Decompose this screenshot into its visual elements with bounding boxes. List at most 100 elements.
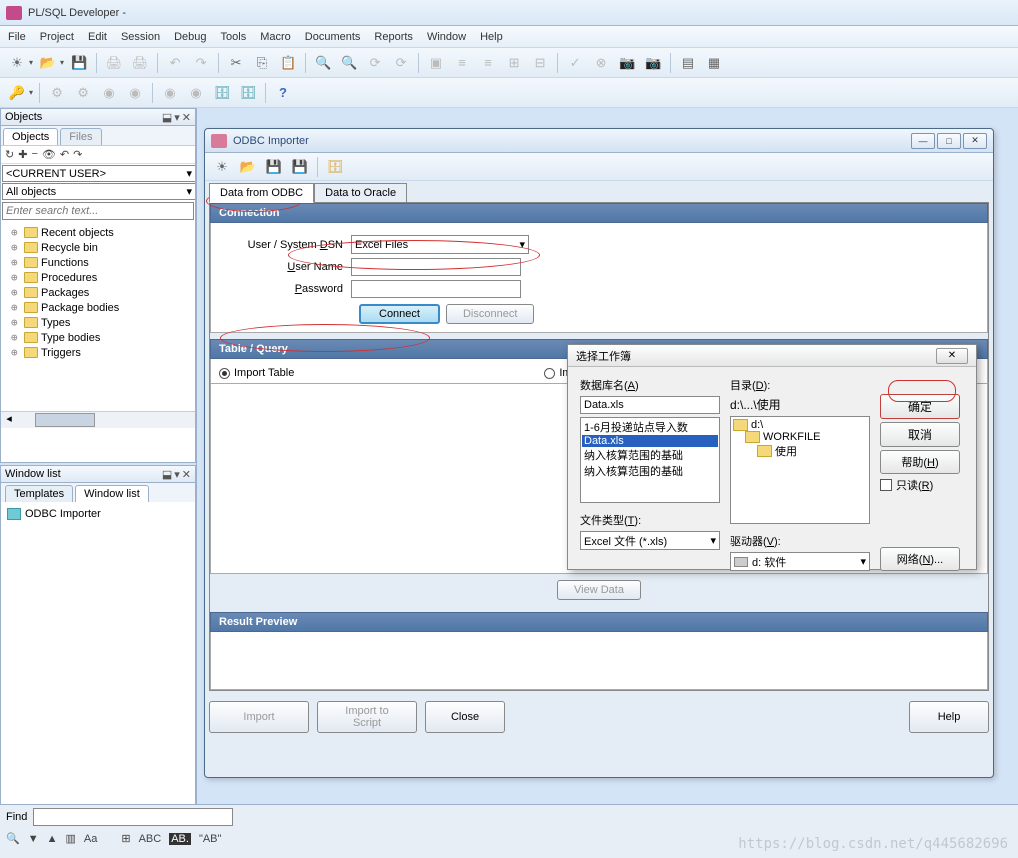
help-button[interactable]: 帮助(H) [880, 450, 960, 474]
menu-debug[interactable]: Debug [174, 31, 206, 43]
list-item[interactable]: 纳入核算范围的基础 [582, 447, 718, 463]
rollback-icon[interactable]: ⊗ [590, 52, 612, 74]
save2-icon[interactable]: 💾 [263, 156, 285, 178]
paste-icon[interactable]: 📋 [277, 52, 299, 74]
help-odbc-button[interactable]: Help [909, 701, 989, 733]
workbook-close-button[interactable]: ✕ [936, 348, 968, 364]
tab-data-to-oracle[interactable]: Data to Oracle [314, 183, 407, 203]
highlight-icon[interactable]: ▥ [65, 832, 75, 845]
dir-tree[interactable]: d:\ WORKFILE 使用 [730, 416, 870, 524]
tile-icon[interactable]: ▦ [703, 52, 725, 74]
menu-project[interactable]: Project [40, 31, 74, 43]
extra5-icon[interactable]: ◉ [159, 82, 181, 104]
new-icon[interactable]: ☀ [6, 52, 28, 74]
tab-files[interactable]: Files [60, 128, 101, 145]
case-icon[interactable]: Aa [84, 833, 97, 845]
network-button[interactable]: 网络(N)... [880, 547, 960, 571]
extra2-icon[interactable]: ⚙ [72, 82, 94, 104]
view-data-button[interactable]: View Data [557, 580, 641, 600]
password-input[interactable] [351, 280, 521, 298]
abc-text-icon[interactable]: ABC [139, 833, 162, 845]
close-panel-icon[interactable]: ✕ [182, 468, 191, 481]
filter-dropdown[interactable]: All objects▾ [2, 183, 196, 200]
outdent-icon[interactable]: ≡ [477, 52, 499, 74]
obj-find-icon[interactable]: 👁 [42, 148, 56, 161]
close-panel-icon[interactable]: ✕ [182, 111, 191, 124]
print-icon[interactable]: 🖨 [103, 52, 125, 74]
commit-icon[interactable]: ✓ [564, 52, 586, 74]
record-icon[interactable]: 📷 [616, 52, 638, 74]
cut-icon[interactable]: ✂ [225, 52, 247, 74]
find-input[interactable] [33, 808, 233, 826]
open2-icon[interactable]: 📂 [237, 156, 259, 178]
binoculars-icon[interactable]: 🔍 [6, 832, 20, 845]
ok-button[interactable]: 确定 [880, 394, 960, 419]
dropdown-icon[interactable]: ▾ [174, 468, 180, 481]
maximize-button[interactable]: □ [937, 133, 961, 149]
saveas-icon[interactable]: 💾 [289, 156, 311, 178]
list-item[interactable]: Data.xls [582, 435, 718, 447]
open-icon[interactable]: 📂 [37, 52, 59, 74]
indent-icon[interactable]: ≡ [451, 52, 473, 74]
icon-e[interactable]: ⊞ [121, 832, 130, 845]
import-table-radio[interactable]: Import Table [219, 367, 294, 379]
key-icon[interactable]: 🔑 [6, 82, 28, 104]
menu-edit[interactable]: Edit [88, 31, 107, 43]
import-button[interactable]: Import [209, 701, 309, 733]
arrow-down-icon[interactable]: ▼ [28, 833, 39, 845]
tab-windowlist[interactable]: Window list [75, 485, 149, 502]
findnext-icon[interactable]: ⟳ [364, 52, 386, 74]
ab-literal[interactable]: "AB" [199, 833, 221, 845]
undo-icon[interactable]: ↶ [164, 52, 186, 74]
comment-icon[interactable]: ⊞ [503, 52, 525, 74]
menu-session[interactable]: Session [121, 31, 160, 43]
list-item[interactable]: 纳入核算范围的基础 [582, 463, 718, 479]
import-to-script-button[interactable]: Import to Script [317, 701, 417, 733]
dsn-dropdown[interactable]: Excel Files▾ [351, 235, 529, 254]
redo-icon[interactable]: ↷ [190, 52, 212, 74]
arrow-up-icon[interactable]: ▲ [47, 833, 58, 845]
menu-macro[interactable]: Macro [260, 31, 291, 43]
refresh-icon[interactable]: ⟳ [390, 52, 412, 74]
cascade-icon[interactable]: ▤ [677, 52, 699, 74]
drive-dropdown[interactable]: d: 软件▾ [730, 552, 870, 571]
obj-remove-icon[interactable]: − [31, 148, 37, 161]
workbook-titlebar[interactable]: 选择工作簿 ✕ [568, 345, 976, 367]
db-name-input[interactable] [580, 396, 720, 414]
obj-back-icon[interactable]: ↶ [60, 148, 69, 161]
obj-refresh-icon[interactable]: ↻ [5, 148, 14, 161]
sun-icon[interactable]: ☀ [211, 156, 233, 178]
extra6-icon[interactable]: ◉ [185, 82, 207, 104]
execute-icon[interactable]: ▣ [425, 52, 447, 74]
menu-tools[interactable]: Tools [221, 31, 247, 43]
db3-icon[interactable]: 🗄 [324, 156, 346, 178]
save-icon[interactable]: 💾 [68, 52, 90, 74]
tab-data-from-odbc[interactable]: Data from ODBC [209, 183, 314, 203]
pin-icon[interactable]: ⬓ [162, 111, 172, 124]
menu-documents[interactable]: Documents [305, 31, 361, 43]
close-button[interactable]: ✕ [963, 133, 987, 149]
menu-help[interactable]: Help [480, 31, 503, 43]
windowlist-item[interactable]: ODBC Importer [5, 506, 191, 522]
find-icon[interactable]: 🔍 [312, 52, 334, 74]
db-icon[interactable]: 🗄 [211, 82, 233, 104]
abc-box-icon[interactable]: AB. [169, 833, 191, 845]
menu-file[interactable]: File [8, 31, 26, 43]
extra1-icon[interactable]: ⚙ [46, 82, 68, 104]
tree-scrollbar[interactable]: ◂ [1, 411, 195, 428]
replace-icon[interactable]: 🔍 [338, 52, 360, 74]
object-tree[interactable]: ⊕Recent objects ⊕Recycle bin ⊕Functions … [1, 221, 195, 411]
list-item[interactable]: 1-6月投递站点导入数 [582, 419, 718, 435]
current-user-dropdown[interactable]: <CURRENT USER>▾ [2, 165, 196, 182]
copy-icon[interactable]: ⎘ [251, 52, 273, 74]
menu-reports[interactable]: Reports [374, 31, 413, 43]
db-file-list[interactable]: 1-6月投递站点导入数 Data.xls 纳入核算范围的基础 纳入核算范围的基础 [580, 417, 720, 503]
db2-icon[interactable]: 🗄 [237, 82, 259, 104]
username-input[interactable] [351, 258, 521, 276]
obj-add-icon[interactable]: ✚ [18, 148, 27, 161]
pin-icon[interactable]: ⬓ [162, 468, 172, 481]
cancel-button[interactable]: 取消 [880, 422, 960, 447]
print-preview-icon[interactable]: 🖨 [129, 52, 151, 74]
help-icon[interactable]: ? [272, 82, 294, 104]
menu-window[interactable]: Window [427, 31, 466, 43]
